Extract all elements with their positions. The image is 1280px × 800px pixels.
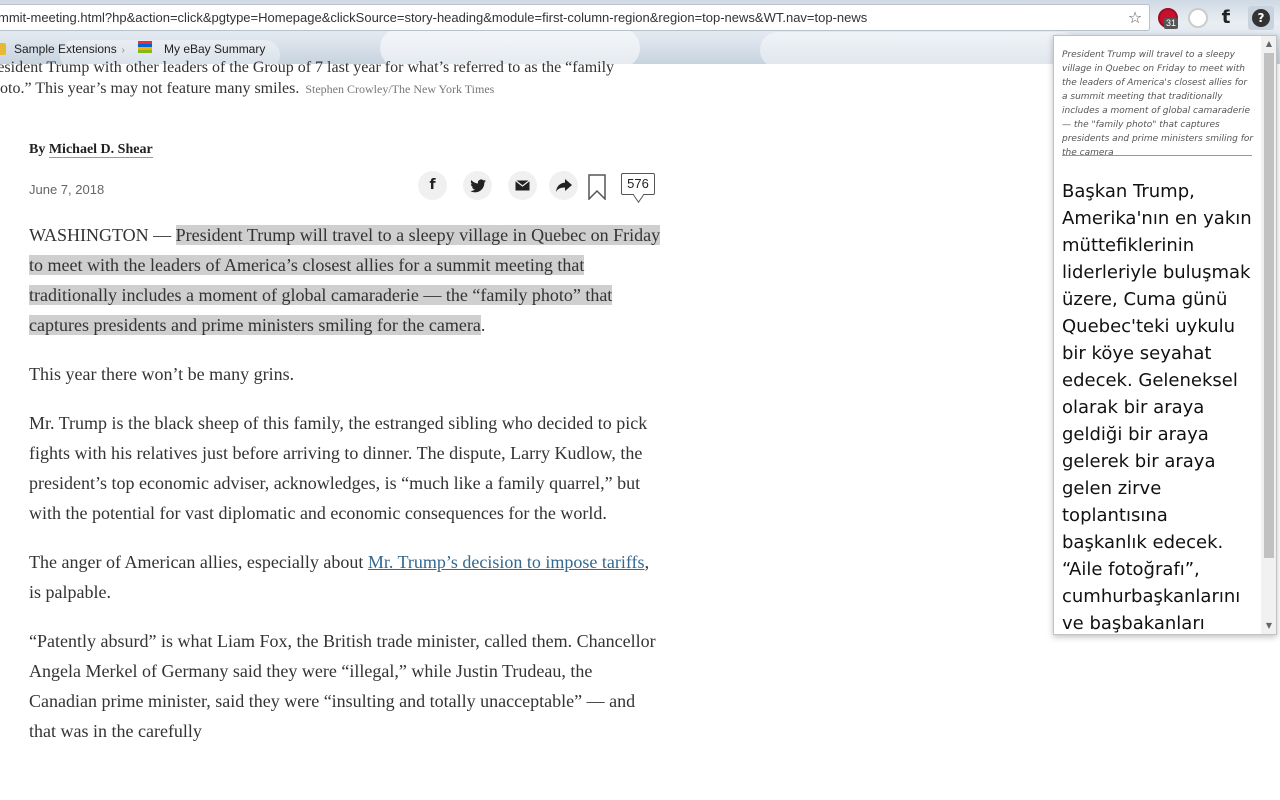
extension-t-icon[interactable]: ƭ xyxy=(1216,8,1236,28)
email-icon xyxy=(515,180,530,191)
caption-line: resident Trump with other leaders of the… xyxy=(0,59,615,76)
caption-text: hoto.” This year’s may not feature many … xyxy=(0,80,300,97)
byline: By Michael D. Shear xyxy=(29,142,153,158)
facebook-icon: f xyxy=(429,177,436,193)
translation-popup: President Trump will travel to a sleepy … xyxy=(1053,35,1277,635)
comments-button[interactable]: 576 xyxy=(621,173,655,195)
tariffs-link[interactable]: Mr. Trump’s decision to impose tariffs xyxy=(368,552,645,572)
bookmark-sample-extensions[interactable]: Sample Extensions › xyxy=(0,40,125,58)
author-link[interactable]: Michael D. Shear xyxy=(48,142,153,158)
popup-scrollbar[interactable]: ▲ ▼ xyxy=(1261,36,1276,634)
caption-line: hoto.” This year’s may not feature many … xyxy=(0,78,672,100)
extension-help-button[interactable]: ? xyxy=(1248,6,1274,30)
byline-prefix: By xyxy=(29,142,46,157)
address-bar[interactable]: mmit-meeting.html?hp&action=click&pgtype… xyxy=(0,4,1150,31)
article-paragraph: Mr. Trump is the black sheep of this fam… xyxy=(29,413,648,523)
bookmark-icon xyxy=(588,174,606,201)
popup-divider xyxy=(1062,155,1252,156)
paragraph-text: The anger of American allies, especially… xyxy=(29,552,368,572)
publish-date: June 7, 2018 xyxy=(29,182,105,197)
popup-translation-text: Başkan Trump, Amerika'nın en yakın mütte… xyxy=(1062,181,1252,634)
comment-count: 576 xyxy=(627,176,649,191)
chevron-down-icon: › xyxy=(118,45,125,56)
extension-icons: 31 ƭ ? xyxy=(1154,6,1280,30)
popup-source-text: President Trump will travel to a sleepy … xyxy=(1062,50,1254,158)
extension-badge: 31 xyxy=(1164,18,1179,29)
paragraph-end: . xyxy=(480,315,486,335)
article-paragraph: “Patently absurd” is what Liam Fox, the … xyxy=(29,631,656,741)
scroll-up-icon[interactable]: ▲ xyxy=(1261,38,1276,50)
article-body: WASHINGTON — President Trump will travel… xyxy=(29,220,661,765)
email-share-button[interactable] xyxy=(508,171,537,200)
ebay-icon xyxy=(136,41,154,55)
share-tools: f 576 xyxy=(418,171,658,201)
scrollbar-thumb[interactable] xyxy=(1264,53,1274,558)
save-article-button[interactable] xyxy=(588,174,606,201)
bookmark-label: My eBay Summary xyxy=(164,42,266,56)
more-share-button[interactable] xyxy=(549,171,578,200)
photo-credit: Stephen Crowley/The New York Times xyxy=(305,82,495,96)
folder-icon xyxy=(0,43,6,55)
bookmark-label: Sample Extensions xyxy=(14,42,117,56)
bookmark-star-icon[interactable]: ☆ xyxy=(1126,5,1144,30)
dateline-lead: WASHINGTON — xyxy=(29,225,176,245)
bookmark-my-ebay-summary[interactable]: My eBay Summary xyxy=(136,40,265,58)
extension-circle-icon[interactable] xyxy=(1188,8,1208,28)
share-arrow-icon xyxy=(555,179,572,192)
twitter-share-button[interactable] xyxy=(463,171,492,200)
twitter-icon xyxy=(469,179,486,193)
scroll-down-icon[interactable]: ▼ xyxy=(1261,620,1276,632)
photo-caption: resident Trump with other leaders of the… xyxy=(0,57,672,100)
question-icon: ? xyxy=(1252,9,1270,27)
article-paragraph: This year there won’t be many grins. xyxy=(29,364,295,384)
article-paragraph: The anger of American allies, especially… xyxy=(29,547,661,607)
facebook-share-button[interactable]: f xyxy=(418,171,447,200)
address-bar-url[interactable]: mmit-meeting.html?hp&action=click&pgtype… xyxy=(0,5,867,30)
article-paragraph: WASHINGTON — President Trump will travel… xyxy=(29,220,661,340)
